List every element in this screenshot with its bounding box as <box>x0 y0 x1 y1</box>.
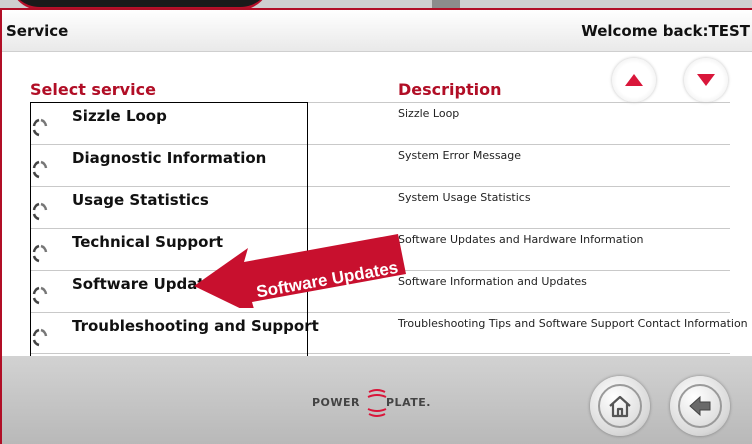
spinner-icon <box>32 118 48 137</box>
spinner-icon <box>32 286 48 305</box>
logo-word-left: POWER <box>312 396 361 409</box>
triangle-down-icon <box>697 74 715 86</box>
home-button-ring <box>598 384 642 428</box>
spinner-icon <box>32 244 48 263</box>
service-description: Software Updates and Hardware Informatio… <box>398 233 644 246</box>
service-name: Usage Statistics <box>72 191 209 209</box>
home-icon <box>609 395 631 418</box>
welcome-text: Welcome back:TEST <box>581 22 750 40</box>
back-arrow-icon <box>689 395 711 417</box>
service-description: Software Information and Updates <box>398 275 587 288</box>
service-row-diagnostic-information[interactable]: Diagnostic Information System Error Mess… <box>30 144 730 186</box>
service-row-usage-statistics[interactable]: Usage Statistics System Usage Statistics <box>30 186 730 228</box>
back-button[interactable] <box>670 376 730 436</box>
logo-word-right: PLATE. <box>386 396 431 409</box>
header-bar: Service Welcome back:TEST <box>2 10 752 52</box>
power-plate-logo: POWER PLATE. <box>312 382 462 422</box>
callout-arrow: Software Updates <box>194 234 406 308</box>
description-column-header: Description <box>398 80 502 99</box>
service-description: Sizzle Loop <box>398 107 460 120</box>
service-name: Diagnostic Information <box>72 149 267 167</box>
service-description: Troubleshooting Tips and Software Suppor… <box>398 317 748 330</box>
scroll-up-button[interactable] <box>612 58 656 102</box>
service-name: Troubleshooting and Support <box>72 317 319 335</box>
home-button[interactable] <box>590 376 650 436</box>
service-description: System Usage Statistics <box>398 191 531 204</box>
spinner-icon <box>32 160 48 179</box>
spinner-icon <box>32 328 48 347</box>
service-panel: Service Welcome back:TEST Select service… <box>0 8 752 444</box>
service-row-sizzle-loop[interactable]: Sizzle Loop Sizzle Loop <box>30 102 730 144</box>
scroll-down-button[interactable] <box>684 58 728 102</box>
triangle-up-icon <box>625 74 643 86</box>
logo-wave-icon <box>367 389 387 417</box>
page-title: Service <box>6 22 69 40</box>
service-name: Sizzle Loop <box>72 107 167 125</box>
service-row-troubleshooting-and-support[interactable]: Troubleshooting and Support Troubleshoot… <box>30 312 748 354</box>
service-column-header: Select service <box>30 80 156 99</box>
footer-bar: POWER PLATE. <box>2 356 752 444</box>
service-description: System Error Message <box>398 149 522 162</box>
back-button-ring <box>678 384 722 428</box>
spinner-icon <box>32 202 48 221</box>
